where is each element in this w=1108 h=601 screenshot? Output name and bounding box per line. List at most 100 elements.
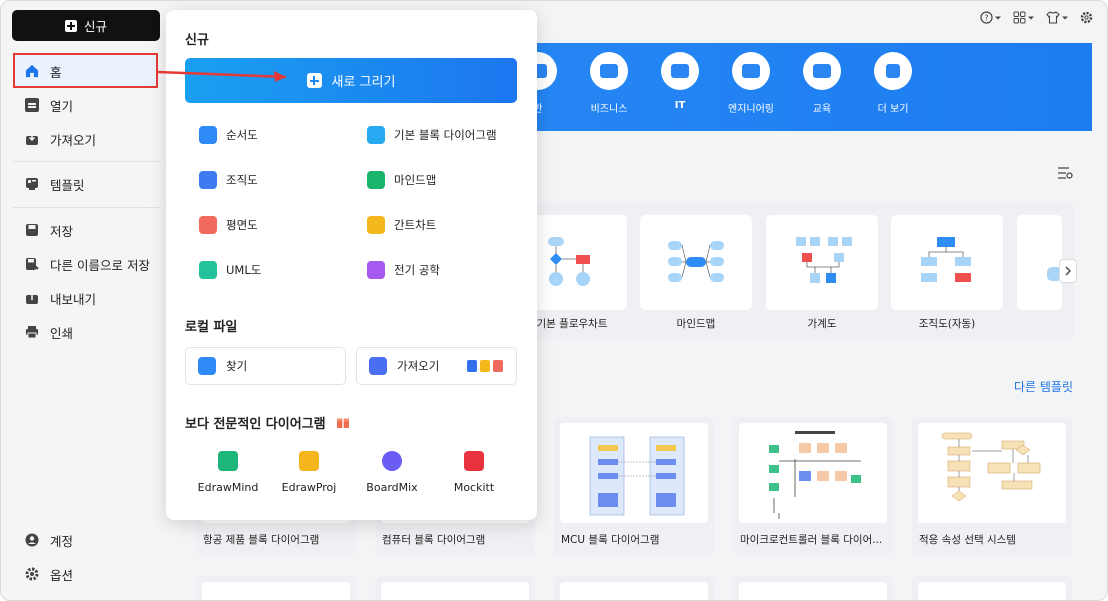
app-edrawproj[interactable]: EdrawProj [274, 451, 344, 494]
import-file-button[interactable]: 가져오기 [356, 347, 517, 385]
grid-icon [1013, 11, 1026, 24]
open-file-icon [25, 98, 39, 112]
template-card-partial[interactable] [1017, 215, 1062, 310]
template-thumbnail [739, 582, 887, 600]
filter-icon[interactable] [1057, 166, 1073, 180]
sidebar-item-export[interactable]: 내보내기 [25, 288, 96, 308]
template-card[interactable] [733, 576, 893, 600]
edrawproj-logo-icon [299, 451, 319, 471]
template-thumbnail [739, 423, 887, 523]
app-window: 신규 홈 열기 가져오기 템플릿 저장 다른 이름으로 저장 내보내기 인쇄 계… [0, 0, 1108, 601]
settings-button[interactable] [1080, 11, 1093, 24]
plus-icon [64, 19, 77, 32]
sidebar-item-label: 템플릿 [50, 177, 85, 193]
template-thumbnail [560, 582, 708, 600]
diagram-flowchart[interactable]: 순서도 [199, 126, 258, 144]
sidebar-item-label: 인쇄 [50, 325, 74, 341]
sidebar-item-home[interactable]: 홈 [25, 61, 62, 81]
category-engineering[interactable]: 엔지니어링 [716, 52, 786, 115]
template-card-family-tree[interactable] [766, 215, 878, 310]
more-templates-link[interactable]: 다른 템플릿 [1014, 378, 1073, 395]
home-icon [25, 64, 39, 78]
find-label: 찾기 [226, 359, 248, 373]
electrical-icon [367, 261, 385, 279]
theme-button[interactable] [1046, 11, 1068, 24]
help-button[interactable]: ? [980, 11, 1001, 24]
template-thumbnail [560, 423, 708, 523]
file-format-icons [467, 360, 504, 372]
template-label: 마인드맵 [676, 318, 716, 330]
sidebar-item-print[interactable]: 인쇄 [25, 322, 73, 342]
sidebar-item-save-as[interactable]: 다른 이름으로 저장 [25, 254, 150, 274]
mindmap-icon [367, 171, 385, 189]
diagram-floor-plan[interactable]: 평면도 [199, 216, 258, 234]
sidebar-item-account[interactable]: 계정 [25, 530, 73, 550]
mindmap-thumbnail [668, 241, 724, 282]
sidebar-item-label: 다른 이름으로 저장 [50, 257, 150, 273]
pro-diagrams-label: 보다 전문적인 다이어그램 [185, 417, 326, 432]
template-label: 마이크로컨트롤러 블록 다이어... [740, 534, 883, 546]
app-edrawmind[interactable]: EdrawMind [193, 451, 263, 494]
graduation-cap-icon [803, 52, 841, 90]
find-file-button[interactable]: 찾기 [185, 347, 346, 385]
diagram-basic-block[interactable]: 기본 블록 다이어그램 [367, 126, 497, 144]
sidebar-item-options[interactable]: 옵션 [25, 564, 73, 584]
sidebar-item-open[interactable]: 열기 [25, 95, 73, 115]
gift-icon [337, 418, 350, 428]
sidebar-divider [13, 161, 161, 162]
template-card-org-chart[interactable] [891, 215, 1003, 310]
sidebar-item-label: 저장 [50, 223, 74, 239]
sidebar-item-import[interactable]: 가져오기 [25, 129, 96, 149]
folder-icon [198, 357, 216, 375]
helmet-icon [732, 52, 770, 90]
diagram-uml[interactable]: UML도 [199, 261, 261, 279]
template-card[interactable] [912, 576, 1072, 600]
diagram-label: 조직도 [226, 173, 258, 187]
diagram-org-chart[interactable]: 조직도 [199, 171, 258, 189]
category-more[interactable]: 더 보기 [858, 52, 928, 115]
diagram-mindmap[interactable]: 마인드맵 [367, 171, 436, 189]
diagram-gantt[interactable]: 간트차트 [367, 216, 436, 234]
template-thumbnail [202, 582, 350, 600]
category-label: 더 보기 [877, 104, 909, 115]
new-button-label: 신규 [83, 19, 107, 34]
gear-icon [1080, 11, 1093, 24]
sidebar: 신규 홈 열기 가져오기 템플릿 저장 다른 이름으로 저장 내보내기 인쇄 계… [1, 1, 179, 600]
account-icon [25, 533, 39, 547]
category-it[interactable]: IT [645, 52, 715, 111]
sidebar-item-label: 열기 [50, 98, 74, 114]
app-boardmix[interactable]: BoardMix [357, 451, 427, 494]
sidebar-item-save[interactable]: 저장 [25, 220, 73, 240]
carousel-next-button[interactable] [1059, 259, 1077, 283]
app-label: EdrawMind [197, 481, 259, 494]
monitor-icon [661, 52, 699, 90]
template-thumbnail [918, 423, 1066, 523]
template-card[interactable] [554, 576, 714, 600]
category-education[interactable]: 교육 [787, 52, 857, 115]
diagram-label: 평면도 [226, 218, 258, 232]
family-tree-thumbnail [796, 237, 852, 283]
template-card-mindmap[interactable] [640, 215, 752, 310]
template-label: 조직도(자동) [918, 318, 976, 330]
diagram-electrical[interactable]: 전기 공학 [367, 261, 440, 279]
mcu-diagram-thumbnail [589, 436, 685, 516]
apps-button[interactable] [1013, 11, 1034, 24]
sidebar-item-templates[interactable]: 템플릿 [25, 174, 85, 194]
app-mockitt[interactable]: Mockitt [439, 451, 509, 494]
save-icon [26, 224, 38, 236]
template-card[interactable] [375, 576, 535, 600]
chevron-down-icon [1062, 16, 1068, 19]
top-toolbar: ? [980, 11, 1093, 24]
boardmix-logo-icon [382, 451, 402, 471]
template-label: MCU 블록 다이어그램 [561, 534, 660, 546]
save-as-icon [26, 258, 39, 270]
new-button[interactable]: 신규 [12, 10, 160, 41]
sidebar-item-label: 계정 [50, 533, 74, 549]
mockitt-logo-icon [464, 451, 484, 471]
template-card[interactable] [196, 576, 356, 600]
panel-title: 신규 [185, 33, 209, 48]
microcontroller-diagram-thumbnail [769, 431, 861, 519]
floor-plan-icon [199, 216, 217, 234]
category-label: 엔지니어링 [728, 104, 774, 115]
grid-icon [874, 52, 912, 90]
